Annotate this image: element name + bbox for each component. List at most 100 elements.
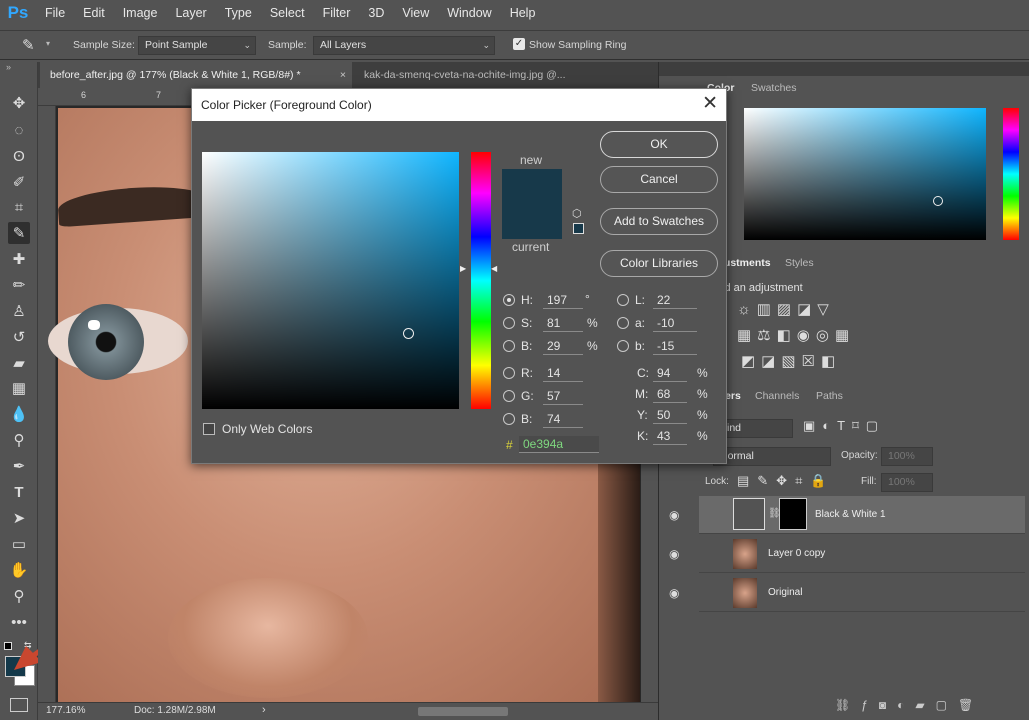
menu-layer[interactable]: Layer xyxy=(166,0,215,26)
adjustment-icons-row3[interactable]: ◩◪▧☒◧ xyxy=(741,352,841,370)
layer-row-black-white[interactable]: ◉ ⛓ Black & White 1 xyxy=(669,496,1025,534)
yellow-input[interactable]: 50 xyxy=(653,407,687,424)
lasso-tool-icon[interactable]: ʘ xyxy=(8,145,30,167)
show-ring-checkbox[interactable]: ✓ xyxy=(513,38,525,50)
saturation-brightness-field[interactable] xyxy=(202,152,459,409)
close-tab-icon[interactable]: × xyxy=(340,62,346,88)
hand-tool-icon[interactable]: ✋ xyxy=(8,559,30,581)
brightness-input[interactable]: 29 xyxy=(543,338,583,355)
blur-tool-icon[interactable]: 💧 xyxy=(8,403,30,425)
radio-red[interactable] xyxy=(503,367,515,379)
zoom-level[interactable]: 177.16% xyxy=(46,705,85,716)
visibility-eye-icon[interactable]: ◉ xyxy=(669,547,683,561)
menu-edit[interactable]: Edit xyxy=(74,0,114,26)
radio-blue[interactable] xyxy=(503,413,515,425)
dodge-tool-icon[interactable]: ⚲ xyxy=(8,429,30,451)
radio-hue[interactable] xyxy=(503,294,515,306)
stamp-tool-icon[interactable]: ♙ xyxy=(8,300,30,322)
move-tool-icon[interactable]: ✥ xyxy=(8,92,30,114)
menu-help[interactable]: Help xyxy=(501,0,545,26)
add-to-swatches-button[interactable]: Add to Swatches xyxy=(600,208,718,235)
only-web-colors-checkbox[interactable] xyxy=(203,423,215,435)
menu-file[interactable]: File xyxy=(36,0,74,26)
doc-tab-active[interactable]: before_after.jpg @ 177% (Black & White 1… xyxy=(40,62,352,88)
menu-type[interactable]: Type xyxy=(216,0,261,26)
magenta-input[interactable]: 68 xyxy=(653,386,687,403)
panel-color-picker-ring[interactable] xyxy=(933,196,943,206)
ok-button[interactable]: OK xyxy=(600,131,718,158)
tab-styles[interactable]: Styles xyxy=(785,257,814,269)
visibility-eye-icon[interactable]: ◉ xyxy=(669,586,683,600)
hex-input[interactable]: 0e394a xyxy=(519,436,599,453)
opacity-input[interactable]: 100% xyxy=(881,447,933,466)
hue-slider-right-arrow[interactable]: ◀ xyxy=(491,264,497,273)
gradient-tool-icon[interactable]: ▦ xyxy=(8,377,30,399)
rectangle-tool-icon[interactable]: ▭ xyxy=(8,533,30,555)
hue-slider-left-arrow[interactable]: ▶ xyxy=(460,264,466,273)
crop-tool-icon[interactable]: ⌗ xyxy=(8,196,30,218)
chevron-down-icon[interactable]: ▾ xyxy=(46,39,50,48)
history-brush-icon[interactable]: ↺ xyxy=(8,326,30,348)
close-icon[interactable]: ✕ xyxy=(702,93,718,115)
panel-hue-slider[interactable] xyxy=(1003,108,1019,240)
hue-input[interactable]: 197 xyxy=(543,292,583,309)
type-tool-icon[interactable]: T xyxy=(8,481,30,503)
lab-a-input[interactable]: -10 xyxy=(653,315,697,332)
menu-select[interactable]: Select xyxy=(261,0,314,26)
horizontal-scrollbar[interactable] xyxy=(418,707,508,716)
radio-lab-a[interactable] xyxy=(617,317,629,329)
color-libraries-button[interactable]: Color Libraries xyxy=(600,250,718,277)
lock-icons[interactable]: ▤✎✥⌗🔒 xyxy=(737,473,835,489)
hue-slider[interactable] xyxy=(471,152,491,409)
layer-action-icons[interactable]: ⛓ƒ◙◐▰▢🗑 xyxy=(835,698,984,712)
layer-row-original[interactable]: ◉ Original xyxy=(669,574,1025,612)
tab-channels[interactable]: Channels xyxy=(755,390,799,402)
brush-tool-icon[interactable]: ✏ xyxy=(8,274,30,296)
panel-color-field[interactable] xyxy=(744,108,986,240)
cube-icon[interactable]: ⬡ xyxy=(572,207,582,220)
sample-select[interactable]: All Layers ⌄ xyxy=(313,36,495,55)
radio-saturation[interactable] xyxy=(503,317,515,329)
lab-l-input[interactable]: 22 xyxy=(653,292,697,309)
blend-mode-select[interactable]: Normal xyxy=(713,447,831,466)
radio-lab-b[interactable] xyxy=(617,340,629,352)
menu-filter[interactable]: Filter xyxy=(314,0,360,26)
saturation-input[interactable]: 81 xyxy=(543,315,583,332)
path-select-icon[interactable]: ➤ xyxy=(8,507,30,529)
adjustment-icons-row2[interactable]: ▦⚖◧◉◎▦ xyxy=(737,326,855,344)
blue-input[interactable]: 74 xyxy=(543,411,583,428)
visibility-eye-icon[interactable]: ◉ xyxy=(669,508,683,522)
collapse-icon[interactable]: » xyxy=(6,62,11,72)
eyedropper-icon[interactable]: ✎ xyxy=(22,36,35,54)
red-input[interactable]: 14 xyxy=(543,365,583,382)
radio-green[interactable] xyxy=(503,390,515,402)
menu-window[interactable]: Window xyxy=(438,0,500,26)
tab-paths[interactable]: Paths xyxy=(816,390,843,402)
color-picker-ring[interactable] xyxy=(403,328,414,339)
eyedropper-tool-icon[interactable]: ✎ xyxy=(8,222,30,244)
layer-row-layer0copy[interactable]: ◉ Layer 0 copy xyxy=(669,535,1025,573)
radio-brightness[interactable] xyxy=(503,340,515,352)
green-input[interactable]: 57 xyxy=(543,388,583,405)
status-menu-icon[interactable]: › xyxy=(262,704,266,716)
marquee-tool-icon[interactable]: ◌ xyxy=(8,119,30,141)
layer-filter-icons[interactable]: ▣◐T⌑▢ xyxy=(803,418,885,434)
menu-image[interactable]: Image xyxy=(114,0,167,26)
radio-lightness[interactable] xyxy=(617,294,629,306)
current-color-swatch[interactable] xyxy=(502,205,562,239)
cancel-button[interactable]: Cancel xyxy=(600,166,718,193)
cyan-input[interactable]: 94 xyxy=(653,365,687,382)
quick-select-tool-icon[interactable]: ✐ xyxy=(8,171,30,193)
tab-swatches[interactable]: Swatches xyxy=(751,82,797,94)
pen-tool-icon[interactable]: ✒ xyxy=(8,455,30,477)
doc-tab-inactive[interactable]: kak-da-smenq-cveta-na-ochite-img.jpg @..… xyxy=(354,62,650,88)
eraser-tool-icon[interactable]: ▰ xyxy=(8,352,30,374)
adjustment-icons-row1[interactable]: ☼▥▨◪▽ xyxy=(737,300,835,318)
healing-tool-icon[interactable]: ✚ xyxy=(8,248,30,270)
web-safe-swatch-icon[interactable] xyxy=(573,223,584,234)
lab-b-input[interactable]: -15 xyxy=(653,338,697,355)
menu-3d[interactable]: 3D xyxy=(359,0,393,26)
sample-size-select[interactable]: Point Sample ⌄ xyxy=(138,36,256,55)
fill-input[interactable]: 100% xyxy=(881,473,933,492)
menu-view[interactable]: View xyxy=(393,0,438,26)
